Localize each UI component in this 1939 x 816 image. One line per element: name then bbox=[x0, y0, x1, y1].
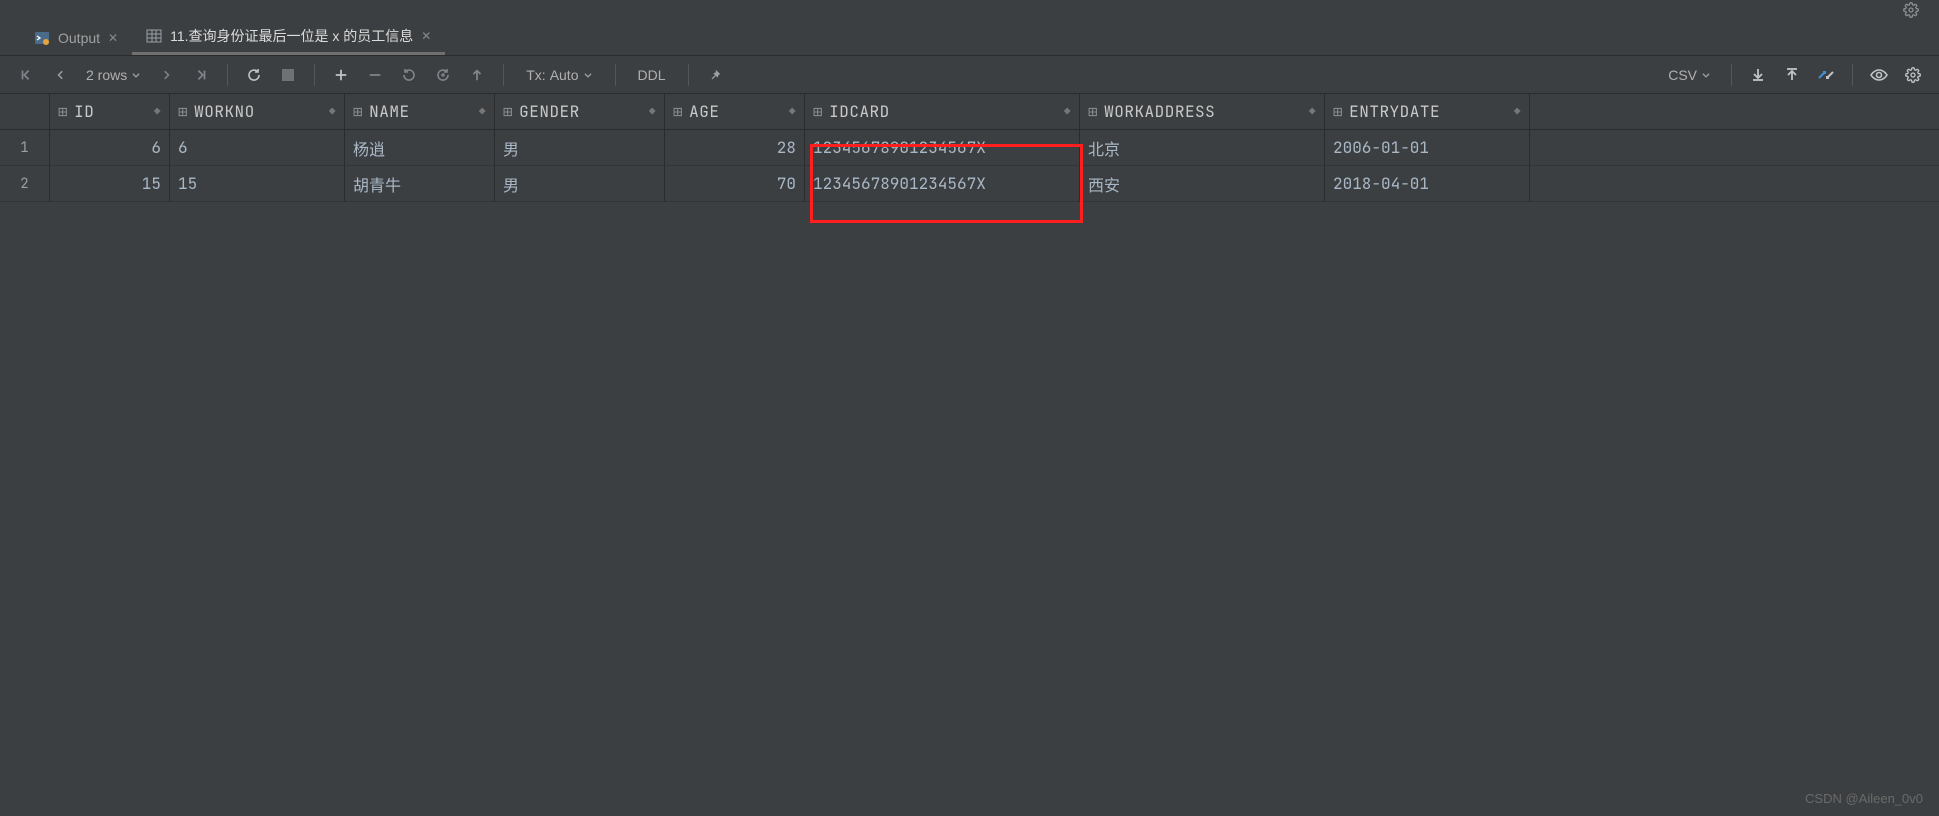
sort-icon: ◆ bbox=[1514, 105, 1521, 119]
tx-mode-value: Auto bbox=[550, 67, 579, 83]
watermark: CSDN @Aileen_0v0 bbox=[1805, 791, 1923, 806]
next-page-icon[interactable] bbox=[153, 61, 181, 89]
column-icon: ⊞ bbox=[1333, 101, 1343, 122]
cell-entrydate[interactable]: 2006-01-01 bbox=[1325, 130, 1530, 165]
duplicate-row-icon[interactable] bbox=[429, 61, 457, 89]
chevron-down-icon bbox=[131, 70, 141, 80]
pin-icon[interactable] bbox=[701, 61, 729, 89]
column-icon: ⊞ bbox=[178, 101, 188, 122]
sort-icon: ◆ bbox=[649, 105, 656, 119]
reload-icon[interactable] bbox=[240, 61, 268, 89]
cell-id[interactable]: 15 bbox=[50, 166, 170, 201]
commit-icon[interactable] bbox=[463, 61, 491, 89]
tab-output[interactable]: Output ✕ bbox=[20, 20, 132, 55]
cell-entrydate[interactable]: 2018-04-01 bbox=[1325, 166, 1530, 201]
prev-page-icon[interactable] bbox=[46, 61, 74, 89]
tx-mode-dropdown[interactable]: Tx: Auto bbox=[516, 67, 602, 83]
gutter-header bbox=[0, 94, 50, 129]
column-icon: ⊞ bbox=[1088, 101, 1098, 122]
settings-icon[interactable] bbox=[1899, 61, 1927, 89]
col-header-workaddress[interactable]: ⊞WORKADDRESS◆ bbox=[1080, 94, 1325, 129]
editor-tabs: Output ✕ 11.查询身份证最后一位是 x 的员工信息 ✕ bbox=[0, 20, 1939, 56]
column-icon: ⊞ bbox=[673, 101, 683, 122]
tx-prefix: Tx: bbox=[526, 67, 545, 83]
col-header-age[interactable]: ⊞AGE◆ bbox=[665, 94, 805, 129]
col-header-name[interactable]: ⊞NAME◆ bbox=[345, 94, 495, 129]
view-icon[interactable] bbox=[1865, 61, 1893, 89]
export-format-label: CSV bbox=[1668, 67, 1697, 83]
table-row[interactable]: 2 15 15 胡青牛 男 70 12345678901234567X 西安 2… bbox=[0, 166, 1939, 202]
row-number: 1 bbox=[0, 130, 50, 165]
cell-gender[interactable]: 男 bbox=[495, 130, 665, 165]
tab-label: Output bbox=[58, 30, 100, 46]
sort-icon: ◆ bbox=[1064, 105, 1071, 119]
column-icon: ⊞ bbox=[353, 101, 363, 122]
last-page-icon[interactable] bbox=[187, 61, 215, 89]
first-page-icon[interactable] bbox=[12, 61, 40, 89]
table-icon bbox=[146, 28, 162, 44]
row-count-label: 2 rows bbox=[86, 67, 127, 83]
cell-gender[interactable]: 男 bbox=[495, 166, 665, 201]
cell-age[interactable]: 28 bbox=[665, 130, 805, 165]
remove-row-icon[interactable] bbox=[361, 61, 389, 89]
cell-name[interactable]: 杨逍 bbox=[345, 130, 495, 165]
close-icon[interactable]: ✕ bbox=[421, 29, 431, 43]
tab-label: 11.查询身份证最后一位是 x 的员工信息 bbox=[170, 26, 413, 46]
results-toolbar: 2 rows Tx: Auto DDL CSV bbox=[0, 56, 1939, 94]
cell-workno[interactable]: 6 bbox=[170, 130, 345, 165]
chevron-down-icon bbox=[583, 70, 593, 80]
row-number: 2 bbox=[0, 166, 50, 201]
results-table: ⊞ID◆ ⊞WORKNO◆ ⊞NAME◆ ⊞GENDER◆ ⊞AGE◆ ⊞IDC… bbox=[0, 94, 1939, 202]
column-icon: ⊞ bbox=[503, 101, 513, 122]
table-header: ⊞ID◆ ⊞WORKNO◆ ⊞NAME◆ ⊞GENDER◆ ⊞AGE◆ ⊞IDC… bbox=[0, 94, 1939, 130]
col-header-entrydate[interactable]: ⊞ENTRYDATE◆ bbox=[1325, 94, 1530, 129]
sort-icon: ◆ bbox=[329, 105, 336, 119]
stop-icon[interactable] bbox=[274, 61, 302, 89]
console-icon bbox=[34, 30, 50, 46]
cell-age[interactable]: 70 bbox=[665, 166, 805, 201]
sort-icon: ◆ bbox=[1309, 105, 1316, 119]
col-header-gender[interactable]: ⊞GENDER◆ bbox=[495, 94, 665, 129]
table-row[interactable]: 1 6 6 杨逍 男 28 12345678901234567X 北京 2006… bbox=[0, 130, 1939, 166]
col-header-workno[interactable]: ⊞WORKNO◆ bbox=[170, 94, 345, 129]
cell-workaddress[interactable]: 北京 bbox=[1080, 130, 1325, 165]
column-icon: ⊞ bbox=[813, 101, 823, 122]
col-header-id[interactable]: ⊞ID◆ bbox=[50, 94, 170, 129]
upload-icon[interactable] bbox=[1778, 61, 1806, 89]
compare-icon[interactable] bbox=[1812, 61, 1840, 89]
tab-query[interactable]: 11.查询身份证最后一位是 x 的员工信息 ✕ bbox=[132, 20, 445, 55]
cell-idcard[interactable]: 12345678901234567X bbox=[805, 166, 1080, 201]
top-gear-icon[interactable] bbox=[1897, 0, 1925, 24]
ddl-button[interactable]: DDL bbox=[628, 67, 676, 83]
sort-icon: ◆ bbox=[789, 105, 796, 119]
cell-idcard[interactable]: 12345678901234567X bbox=[805, 130, 1080, 165]
chevron-down-icon bbox=[1701, 70, 1711, 80]
download-icon[interactable] bbox=[1744, 61, 1772, 89]
col-header-idcard[interactable]: ⊞IDCARD◆ bbox=[805, 94, 1080, 129]
column-icon: ⊞ bbox=[58, 101, 68, 122]
cell-name[interactable]: 胡青牛 bbox=[345, 166, 495, 201]
sort-icon: ◆ bbox=[479, 105, 486, 119]
add-row-icon[interactable] bbox=[327, 61, 355, 89]
cell-workno[interactable]: 15 bbox=[170, 166, 345, 201]
close-icon[interactable]: ✕ bbox=[108, 31, 118, 45]
cell-workaddress[interactable]: 西安 bbox=[1080, 166, 1325, 201]
row-count-dropdown[interactable]: 2 rows bbox=[80, 67, 147, 83]
export-format-dropdown[interactable]: CSV bbox=[1660, 67, 1719, 83]
sort-icon: ◆ bbox=[154, 105, 161, 119]
cell-id[interactable]: 6 bbox=[50, 130, 170, 165]
revert-icon[interactable] bbox=[395, 61, 423, 89]
